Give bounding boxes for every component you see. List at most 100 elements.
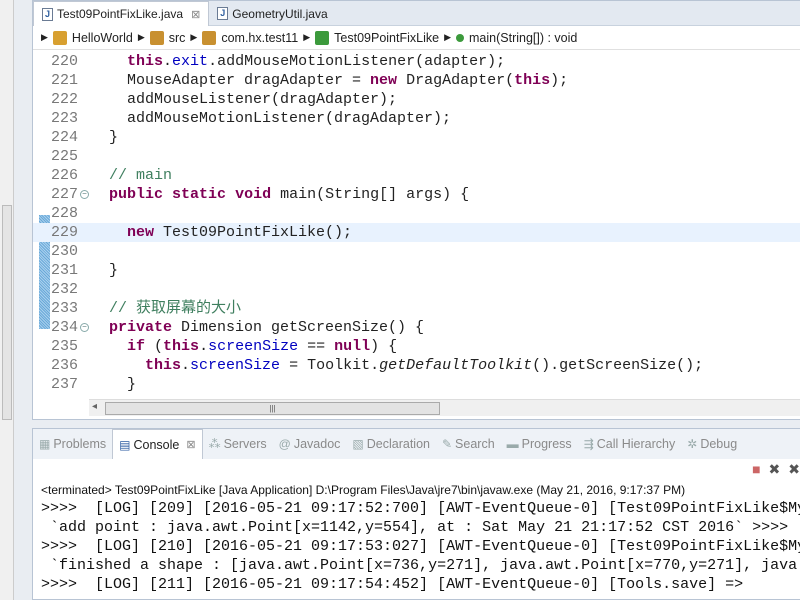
tab-label: Progress xyxy=(521,437,572,451)
code-token: = Toolkit. xyxy=(280,357,380,374)
code-line: 231} xyxy=(33,261,800,280)
code-line: 227− public static void main(String[] arg… xyxy=(33,185,800,204)
tab-console[interactable]: ▤ Console ⊠ xyxy=(112,429,203,459)
tab-progress[interactable]: ▬ Progress xyxy=(501,429,578,459)
code-line: 233 // 获取屏幕的大小 xyxy=(33,299,800,318)
breadcrumb: ▶ HelloWorld ▶ src ▶ com.hx.test11 ▶ Test09Poin… xyxy=(33,26,800,50)
editor-tabs: J Test09PointFixLike.java ⊠ J GeometryUtil.… xyxy=(33,1,800,26)
tab-label: Call Hierarchy xyxy=(596,437,676,451)
terminate-icon[interactable]: ■ xyxy=(752,461,760,478)
code-text: new Test09PointFixLike(); xyxy=(109,223,352,242)
code-line: 226 // main xyxy=(33,166,800,185)
scroll-left-icon[interactable]: ◂ xyxy=(92,401,97,412)
remove-all-icon[interactable]: ✖ xyxy=(788,461,800,478)
code-line: 234− private Dimension getScreenSize() { xyxy=(33,318,800,337)
tab-label: Servers xyxy=(223,437,267,451)
code-token: addMouseListener(dragAdapter); xyxy=(109,91,398,108)
breadcrumb-item[interactable]: src xyxy=(169,31,186,45)
code-token: .addMouseMotionListener(adapter); xyxy=(208,53,506,70)
java-editor: J Test09PointFixLike.java ⊠ J GeometryUtil.… xyxy=(32,0,800,420)
tab-geometryutil[interactable]: J GeometryUtil.java xyxy=(209,1,335,26)
code-token: // main xyxy=(109,167,173,184)
tab-debug[interactable]: ✲ Debug xyxy=(681,429,743,459)
code-token: this xyxy=(145,357,182,374)
code-token: ().getScreenSize(); xyxy=(532,357,704,374)
code-token: . xyxy=(163,53,173,70)
tab-javadoc[interactable]: @ Javadoc xyxy=(273,429,347,459)
debug-icon: ✲ xyxy=(687,437,698,451)
console-output[interactable]: >>>> [LOG] [209] [2016-05-21 09:17:52:70… xyxy=(41,499,800,594)
chevron-right-icon[interactable]: ▶ xyxy=(41,32,48,43)
tab-label: Javadoc xyxy=(293,437,341,451)
collapse-icon[interactable]: − xyxy=(80,323,89,332)
tab-label: Declaration xyxy=(366,437,430,451)
code-token: Test09PointFixLike(); xyxy=(154,224,353,241)
tab-problems[interactable]: ▦ Problems xyxy=(33,429,112,459)
line-number: 225 xyxy=(51,148,79,165)
tab-search[interactable]: ✎ Search xyxy=(436,429,501,459)
code-line: 225 xyxy=(33,147,800,166)
console-line: >>>> [LOG] [211] [2016-05-21 09:17:54:45… xyxy=(41,576,744,593)
code-line: 236 this.screenSize = Toolkit.getDefault… xyxy=(33,356,800,375)
console-line: >>>> [LOG] [209] [2016-05-21 09:17:52:70… xyxy=(41,500,800,517)
code-line: 230 xyxy=(33,242,800,261)
chevron-right-icon[interactable]: ▶ xyxy=(303,32,310,43)
tab-declaration[interactable]: ▧ Declaration xyxy=(346,429,436,459)
code-token: exit xyxy=(172,53,209,70)
close-icon[interactable]: ⊠ xyxy=(186,438,195,451)
breadcrumb-item[interactable]: HelloWorld xyxy=(72,31,133,45)
console-line: `finished a shape : [java.awt.Point[x=73… xyxy=(41,557,798,574)
tab-call-hierarchy[interactable]: ⇶ Call Hierarchy xyxy=(578,429,682,459)
code-line: 229 new Test09PointFixLike(); xyxy=(33,223,800,242)
code-token: DragAdapter( xyxy=(397,72,515,89)
problems-icon: ▦ xyxy=(39,437,51,451)
console-line: `add point : java.awt.Point[x=1142,y=554… xyxy=(41,519,789,536)
horizontal-scrollbar[interactable]: ◂ ||| xyxy=(89,399,800,416)
console-toolbar: ■ ✖ ✖ xyxy=(752,461,800,478)
tab-label: Test09PointFixLike.java xyxy=(57,7,184,21)
collapse-icon[interactable]: − xyxy=(80,190,89,199)
code-text: addMouseMotionListener(dragAdapter); xyxy=(109,109,451,128)
vertical-scrollbar[interactable] xyxy=(2,205,12,420)
code-text: this.exit.addMouseMotionListener(adapter… xyxy=(109,52,505,71)
line-number: 224 xyxy=(51,129,79,146)
code-text: } xyxy=(109,128,118,147)
line-number: 226 xyxy=(51,167,79,184)
tab-label: GeometryUtil.java xyxy=(232,6,328,21)
line-number: 235 xyxy=(51,338,79,355)
code-line: 222 addMouseListener(dragAdapter); xyxy=(33,90,800,109)
line-number: 230 xyxy=(51,243,79,260)
code-token: private xyxy=(109,319,173,336)
code-text: addMouseListener(dragAdapter); xyxy=(109,90,397,109)
code-line: 224} xyxy=(33,128,800,147)
code-token: static xyxy=(172,186,227,203)
line-number: 229 xyxy=(51,224,79,241)
line-number: 227 xyxy=(51,186,79,203)
line-number: 221 xyxy=(51,72,79,89)
close-icon[interactable]: ⊠ xyxy=(191,8,200,21)
code-token: void xyxy=(235,186,272,203)
chevron-right-icon[interactable]: ▶ xyxy=(444,32,451,43)
code-token: } xyxy=(109,129,119,146)
line-number: 234 xyxy=(51,319,79,336)
code-token: null xyxy=(334,338,371,355)
breadcrumb-item[interactable]: Test09PointFixLike xyxy=(334,31,439,45)
code-token: addMouseMotionListener(dragAdapter); xyxy=(109,110,452,127)
code-area[interactable]: 220 this.exit.addMouseMotionListener(ada… xyxy=(33,51,800,399)
tab-servers[interactable]: ⁂ Servers xyxy=(203,429,273,459)
project-icon xyxy=(52,30,67,45)
chevron-right-icon[interactable]: ▶ xyxy=(190,32,197,43)
breadcrumb-item[interactable]: com.hx.test11 xyxy=(221,31,298,45)
code-token: this xyxy=(514,72,551,89)
breadcrumb-item[interactable]: main(String[]) : void xyxy=(469,31,577,45)
scrollbar-thumb[interactable]: ||| xyxy=(105,402,440,415)
code-token: Dimension getScreenSize() { xyxy=(172,319,425,336)
remove-launch-icon[interactable]: ✖ xyxy=(769,461,781,478)
code-token: == xyxy=(298,338,335,355)
tab-test09pointfixlike[interactable]: J Test09PointFixLike.java ⊠ xyxy=(33,1,210,26)
chevron-right-icon[interactable]: ▶ xyxy=(138,32,145,43)
line-number: 233 xyxy=(51,300,79,317)
